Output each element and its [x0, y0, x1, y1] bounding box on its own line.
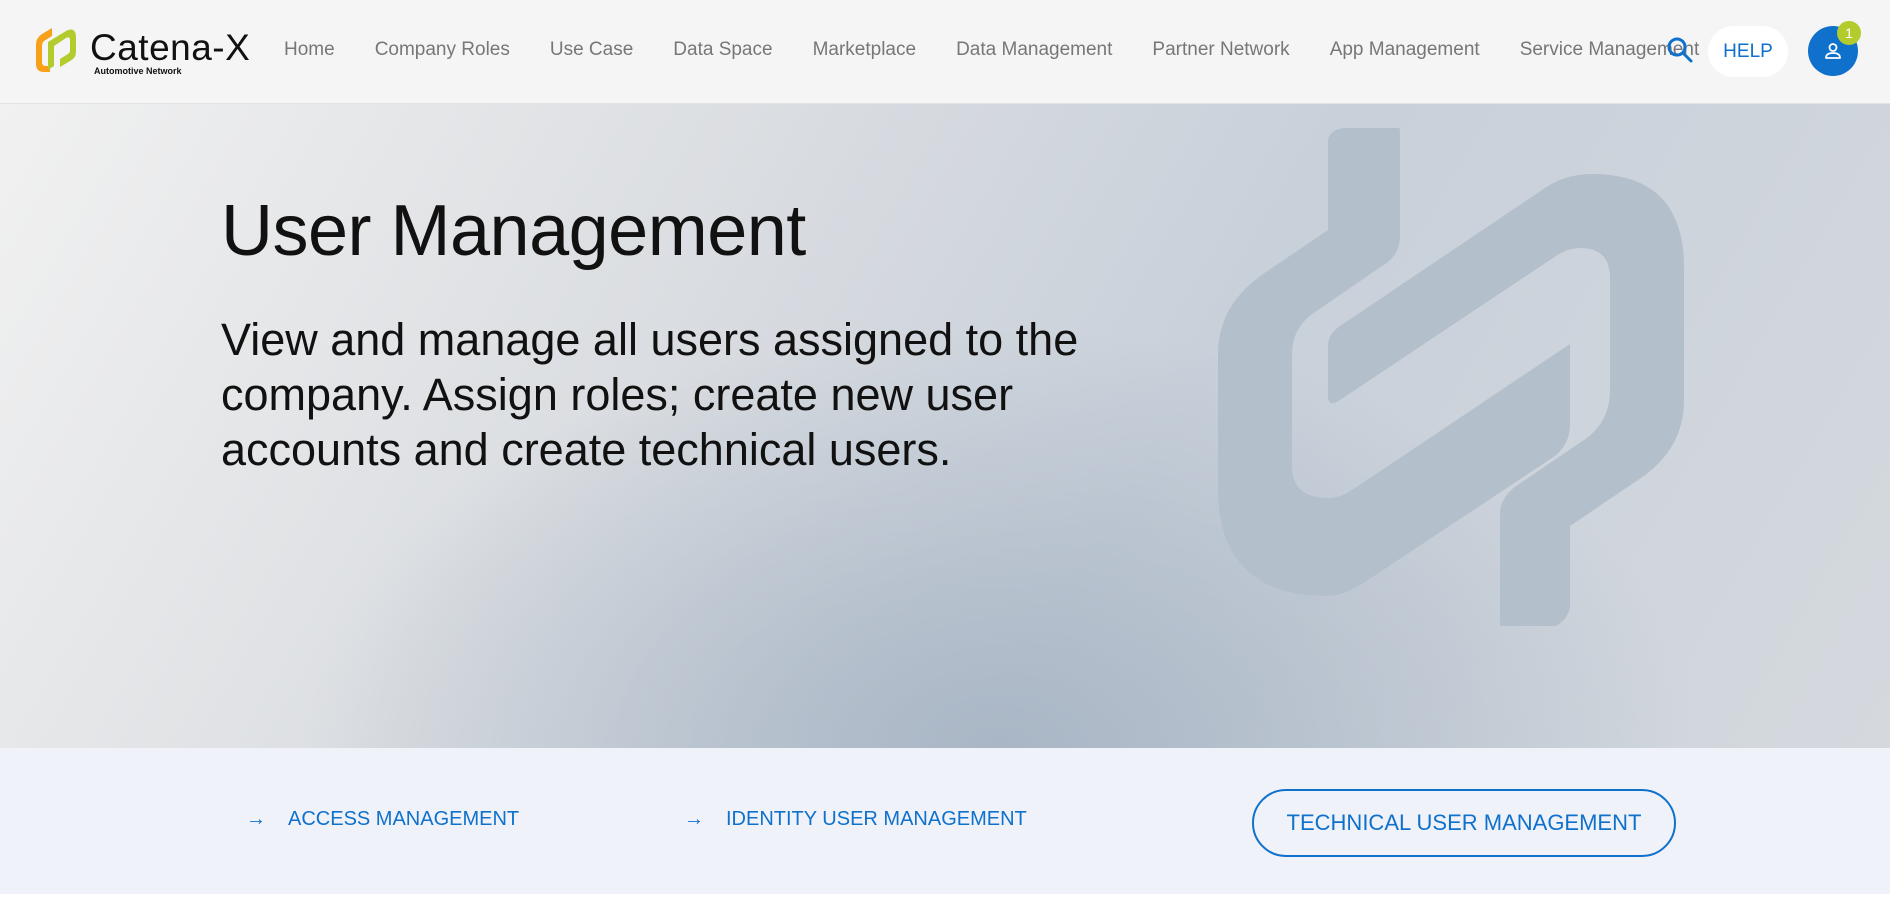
catena-x-logo[interactable]: Catena-X Automotive Network: [30, 22, 250, 78]
arrow-right-icon: →: [246, 808, 266, 830]
nav-item-app-management[interactable]: App Management: [1330, 39, 1480, 61]
technical-user-management-button[interactable]: TECHNICAL USER MANAGEMENT: [1252, 789, 1676, 857]
catena-x-watermark-icon: [1218, 128, 1684, 626]
nav-item-company-roles[interactable]: Company Roles: [375, 39, 510, 61]
hero-section: User Management View and manage all user…: [0, 104, 1890, 748]
nav-item-use-case[interactable]: Use Case: [550, 39, 633, 61]
notification-badge: 1: [1837, 21, 1861, 45]
identity-user-management-link[interactable]: → IDENTITY USER MANAGEMENT: [684, 808, 1027, 831]
identity-user-management-label: IDENTITY USER MANAGEMENT: [726, 808, 1027, 830]
brand-name: Catena-X: [90, 27, 251, 68]
nav-item-marketplace[interactable]: Marketplace: [813, 39, 917, 61]
nav-item-data-space[interactable]: Data Space: [673, 39, 772, 61]
page-description: View and manage all users assigned to th…: [221, 314, 1079, 475]
page-title: User Management: [221, 191, 806, 271]
search-icon: [1667, 37, 1693, 63]
nav-item-partner-network[interactable]: Partner Network: [1152, 39, 1289, 61]
access-management-label: ACCESS MANAGEMENT: [288, 808, 520, 830]
help-button[interactable]: HELP: [1708, 26, 1788, 77]
top-header: Catena-X Automotive Network Home Company…: [0, 0, 1890, 104]
main-nav: Home Company Roles Use Case Data Space M…: [284, 0, 1699, 100]
catena-x-logo-icon: [36, 28, 76, 72]
user-icon: [1825, 43, 1841, 59]
arrow-right-icon: →: [684, 808, 704, 830]
nav-item-data-management[interactable]: Data Management: [956, 39, 1112, 61]
access-management-link[interactable]: → ACCESS MANAGEMENT: [246, 808, 519, 831]
nav-item-home[interactable]: Home: [284, 39, 335, 61]
search-button[interactable]: [1666, 36, 1694, 64]
subnav-link-bar: → ACCESS MANAGEMENT → IDENTITY USER MANA…: [0, 748, 1890, 894]
